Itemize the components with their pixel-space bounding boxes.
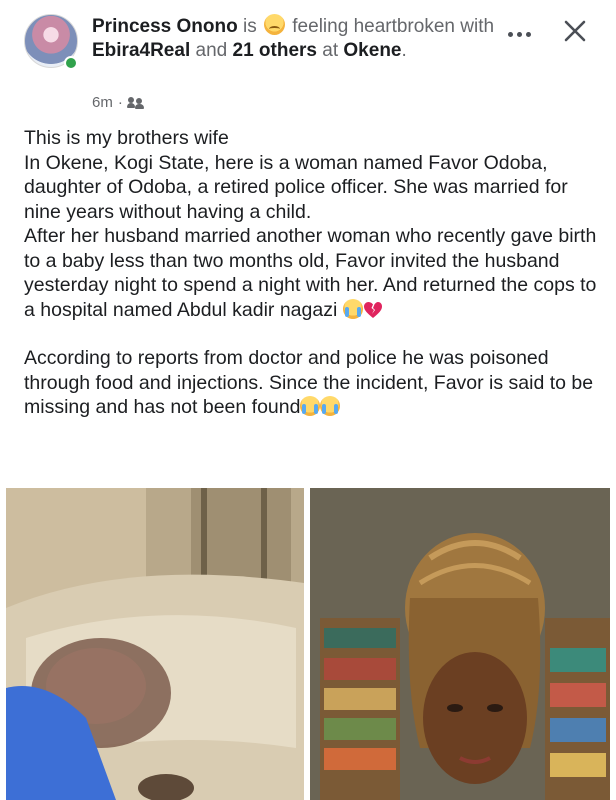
broken-heart-emoji-icon [363, 301, 382, 318]
paragraph-1-text: This is my brothers wife In Okene, Kogi … [24, 127, 597, 321]
post-paragraph-1: This is my brothers wife In Okene, Kogi … [24, 126, 604, 322]
post-timestamp[interactable]: 6m [92, 94, 113, 111]
friends-audience-icon[interactable] [126, 96, 144, 109]
is-word: is [242, 16, 257, 37]
tagged-user-link[interactable]: Ebira4Real [92, 40, 190, 61]
portrait-photo-illustration [310, 488, 610, 800]
post-meta: 6m · [92, 94, 144, 111]
crying-face-emoji-icon [320, 396, 341, 416]
location-link[interactable]: Okene [343, 40, 401, 61]
and-word: and [195, 40, 228, 61]
close-icon[interactable] [560, 16, 590, 46]
post-header: Princess Onono is feeling heartbroken wi… [0, 0, 616, 120]
feeling-word: feeling [292, 16, 349, 37]
at-word: at [322, 40, 339, 61]
bedroom-photo-illustration [6, 488, 304, 800]
post-paragraph-2: According to reports from doctor and pol… [24, 346, 604, 420]
post-body: This is my brothers wife In Okene, Kogi … [24, 126, 604, 420]
author-name[interactable]: Princess Onono [92, 16, 238, 37]
with-word: with [460, 16, 495, 37]
title-period: . [401, 40, 407, 61]
crying-face-emoji-icon [342, 298, 363, 319]
online-status-dot [64, 56, 78, 70]
photo-bedroom[interactable] [6, 488, 304, 800]
tagged-others-link[interactable]: 21 others [233, 40, 317, 61]
meta-separator: · [117, 94, 123, 111]
crying-face-emoji-icon [300, 396, 321, 416]
more-options-icon[interactable] [502, 24, 536, 44]
photo-portrait[interactable] [310, 488, 610, 800]
post-title-line: Princess Onono is feeling heartbroken wi… [92, 14, 497, 63]
feeling-label: heartbroken [353, 16, 455, 37]
author-avatar[interactable] [24, 14, 80, 74]
sad-face-emoji-icon [264, 14, 285, 35]
post-photos [6, 488, 610, 800]
